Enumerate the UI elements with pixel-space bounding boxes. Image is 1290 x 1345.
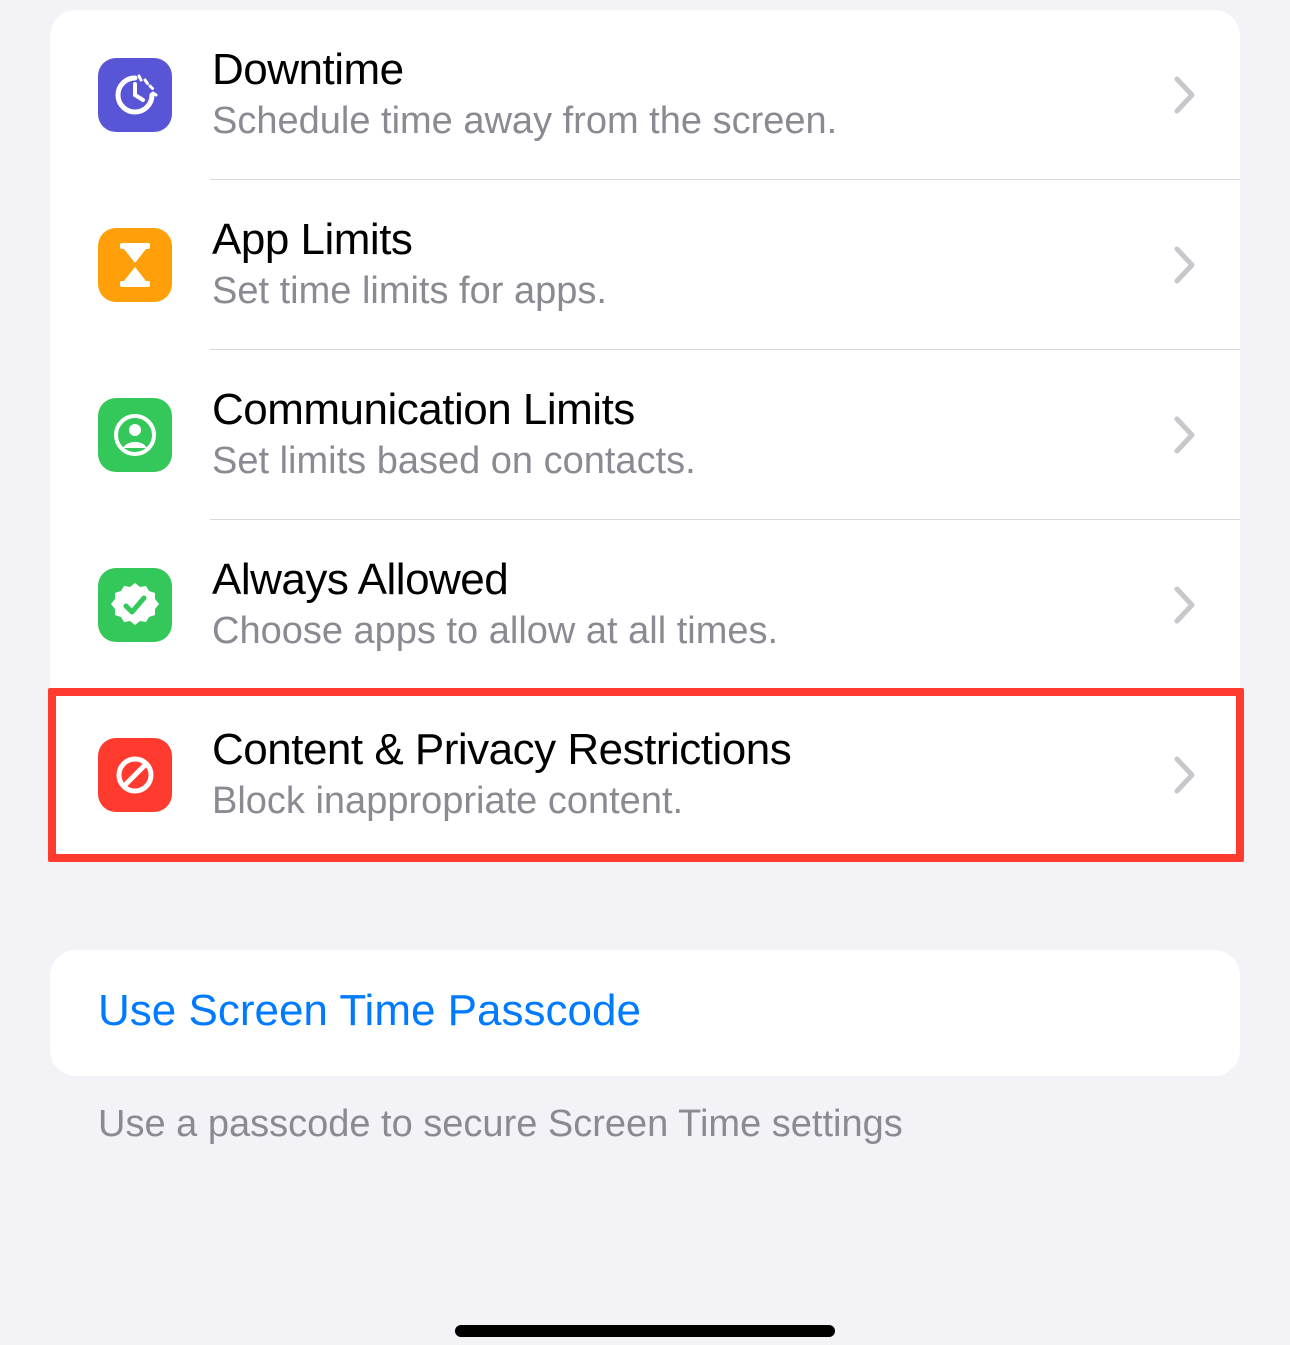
row-text: Content & Privacy Restrictions Block ina… xyxy=(212,726,1174,824)
row-title: Communication Limits xyxy=(212,386,1154,434)
chevron-right-icon xyxy=(1174,76,1196,114)
row-text: Always Allowed Choose apps to allow at a… xyxy=(212,556,1174,654)
row-subtitle: Set limits based on contacts. xyxy=(212,440,1154,484)
screen-time-options-group: Downtime Schedule time away from the scr… xyxy=(50,10,1240,860)
contact-circle-icon xyxy=(98,398,172,472)
row-subtitle: Block inappropriate content. xyxy=(212,780,1154,824)
chevron-right-icon xyxy=(1174,756,1196,794)
row-title: Content & Privacy Restrictions xyxy=(212,726,1154,774)
communication-limits-row[interactable]: Communication Limits Set limits based on… xyxy=(50,350,1240,520)
passcode-footer-text: Use a passcode to secure Screen Time set… xyxy=(50,1102,1240,1148)
row-subtitle: Set time limits for apps. xyxy=(212,270,1154,314)
always-allowed-row[interactable]: Always Allowed Choose apps to allow at a… xyxy=(50,520,1240,690)
passcode-group: Use Screen Time Passcode xyxy=(50,950,1240,1076)
row-title: Downtime xyxy=(212,46,1154,94)
home-indicator xyxy=(455,1325,835,1337)
row-subtitle: Choose apps to allow at all times. xyxy=(212,610,1154,654)
app-limits-row[interactable]: App Limits Set time limits for apps. xyxy=(50,180,1240,350)
row-text: Communication Limits Set limits based on… xyxy=(212,386,1174,484)
chevron-right-icon xyxy=(1174,246,1196,284)
row-title: App Limits xyxy=(212,216,1154,264)
row-subtitle: Schedule time away from the screen. xyxy=(212,100,1154,144)
content-privacy-restrictions-row[interactable]: Content & Privacy Restrictions Block ina… xyxy=(50,690,1240,860)
clock-sleep-icon xyxy=(98,58,172,132)
downtime-row[interactable]: Downtime Schedule time away from the scr… xyxy=(50,10,1240,180)
row-text: Downtime Schedule time away from the scr… xyxy=(212,46,1174,144)
row-title: Always Allowed xyxy=(212,556,1154,604)
row-text: App Limits Set time limits for apps. xyxy=(212,216,1174,314)
no-symbol-icon xyxy=(98,738,172,812)
hourglass-icon xyxy=(98,228,172,302)
check-badge-icon xyxy=(98,568,172,642)
chevron-right-icon xyxy=(1174,416,1196,454)
use-screen-time-passcode-button[interactable]: Use Screen Time Passcode xyxy=(50,950,1240,1076)
chevron-right-icon xyxy=(1174,586,1196,624)
